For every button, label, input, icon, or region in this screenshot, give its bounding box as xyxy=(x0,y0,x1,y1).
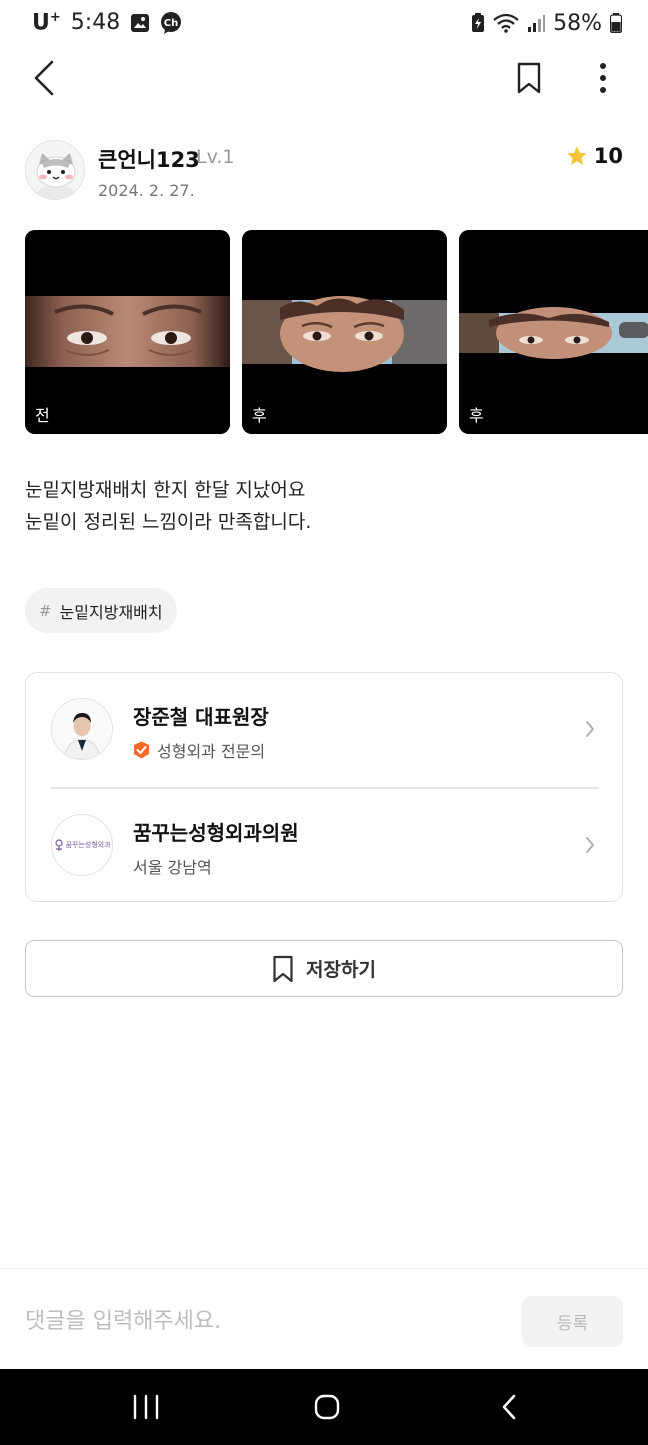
doctor-avatar xyxy=(51,698,113,760)
home-button[interactable] xyxy=(297,1387,357,1427)
author-level: Lv.1 xyxy=(196,146,235,168)
review-body: 눈밑지방재배치 한지 한달 지났어요 눈밑이 정리된 느낌이라 만족합니다. xyxy=(25,474,623,538)
doctor-clinic-card: 장준철 대표원장 성형외과 전문의 꿈꾸는성형외과 꿈꾸는성형외과의원 서울 강… xyxy=(25,672,623,902)
bookmark-button[interactable] xyxy=(510,58,548,98)
after-eye-photo xyxy=(242,230,447,434)
photo-label: 후 xyxy=(252,406,267,425)
clinic-logo: 꿈꾸는성형외과 xyxy=(51,814,113,876)
review-line: 눈밑이 정리된 느낌이라 만족합니다. xyxy=(25,511,312,533)
home-icon xyxy=(314,1394,340,1420)
bookmark-icon xyxy=(273,955,293,982)
chevron-right-icon xyxy=(582,717,598,741)
back-chevron-icon xyxy=(502,1394,516,1420)
comment-input[interactable] xyxy=(25,1299,495,1343)
gallery-notification-icon xyxy=(130,13,150,33)
chevron-right-icon xyxy=(582,833,598,857)
submit-comment-button[interactable]: 등록 xyxy=(522,1296,623,1347)
wifi-icon xyxy=(493,13,519,33)
photo-after-2[interactable]: 후 xyxy=(459,230,648,434)
status-bar: U+ 5:48 Ch 58% xyxy=(0,0,648,46)
review-line: 눈밑지방재배치 한지 한달 지났어요 xyxy=(25,479,306,501)
signal-icon xyxy=(527,14,546,32)
hash-icon: # xyxy=(39,601,52,620)
doctor-name: 장준철 대표원장 xyxy=(133,705,269,729)
recent-apps-button[interactable] xyxy=(116,1387,176,1427)
comment-bar: 등록 xyxy=(0,1268,648,1370)
doctor-specialty-label: 성형외과 전문의 xyxy=(157,742,266,761)
status-left: U+ 5:48 Ch xyxy=(32,10,182,36)
recent-apps-icon xyxy=(133,1394,159,1420)
author-name: 큰언니123 xyxy=(98,148,200,172)
verified-badge-icon xyxy=(134,741,149,759)
more-vertical-icon xyxy=(600,63,606,93)
back-arrow-icon xyxy=(34,60,54,96)
photo-after-1[interactable]: 후 xyxy=(242,230,447,434)
top-nav xyxy=(0,46,648,112)
clinic-location-label: 서울 강남역 xyxy=(133,858,212,877)
save-button-label: 저장하기 xyxy=(306,959,376,981)
bookmark-icon xyxy=(517,62,541,94)
photo-carousel[interactable]: 전 후 후 xyxy=(25,230,648,434)
rating-value: 10 xyxy=(593,144,623,168)
system-back-button[interactable] xyxy=(479,1387,539,1427)
status-right: 58% xyxy=(471,11,622,36)
photo-label: 전 xyxy=(35,406,50,425)
clock: 5:48 xyxy=(70,10,121,36)
clinic-logo-text: 꿈꾸는성형외과 xyxy=(65,841,111,849)
carrier-label: U+ xyxy=(32,10,61,36)
doctor-row[interactable]: 장준철 대표원장 성형외과 전문의 xyxy=(26,673,624,787)
clinic-location: 서울 강남역 xyxy=(133,854,212,878)
save-button[interactable]: 저장하기 xyxy=(25,940,623,997)
author-avatar[interactable] xyxy=(25,140,85,200)
star-icon xyxy=(567,146,587,165)
more-options-button[interactable] xyxy=(586,58,620,98)
author-section: 큰언니123 Lv.1 2024. 2. 27. 10 xyxy=(25,140,623,202)
rating: 10 xyxy=(566,144,623,168)
tag-label: 눈밑지방재배치 xyxy=(59,602,163,622)
battery-icon xyxy=(610,13,622,33)
battery-saver-icon xyxy=(471,13,485,33)
after-eye-photo-2 xyxy=(459,230,648,434)
clinic-name: 꿈꾸는성형외과의원 xyxy=(133,821,299,845)
battery-percent: 58% xyxy=(553,10,602,36)
review-date: 2024. 2. 27. xyxy=(98,181,195,200)
back-button[interactable] xyxy=(24,58,64,98)
svg-text:Ch: Ch xyxy=(164,18,178,29)
cat-avatar-icon xyxy=(26,141,84,199)
doctor-specialty: 성형외과 전문의 xyxy=(133,738,265,762)
procedure-tag[interactable]: # 눈밑지방재배치 xyxy=(25,588,177,633)
photo-before[interactable]: 전 xyxy=(25,230,230,434)
clinic-logo-icon xyxy=(55,839,64,851)
clinic-row[interactable]: 꿈꾸는성형외과 꿈꾸는성형외과의원 서울 강남역 xyxy=(26,789,624,903)
channel-notification-icon: Ch xyxy=(160,11,182,34)
submit-comment-label: 등록 xyxy=(556,1314,589,1334)
system-nav-bar xyxy=(0,1369,648,1445)
doctor-photo xyxy=(52,699,112,759)
before-eye-photo xyxy=(25,230,230,434)
photo-label: 후 xyxy=(469,406,484,425)
